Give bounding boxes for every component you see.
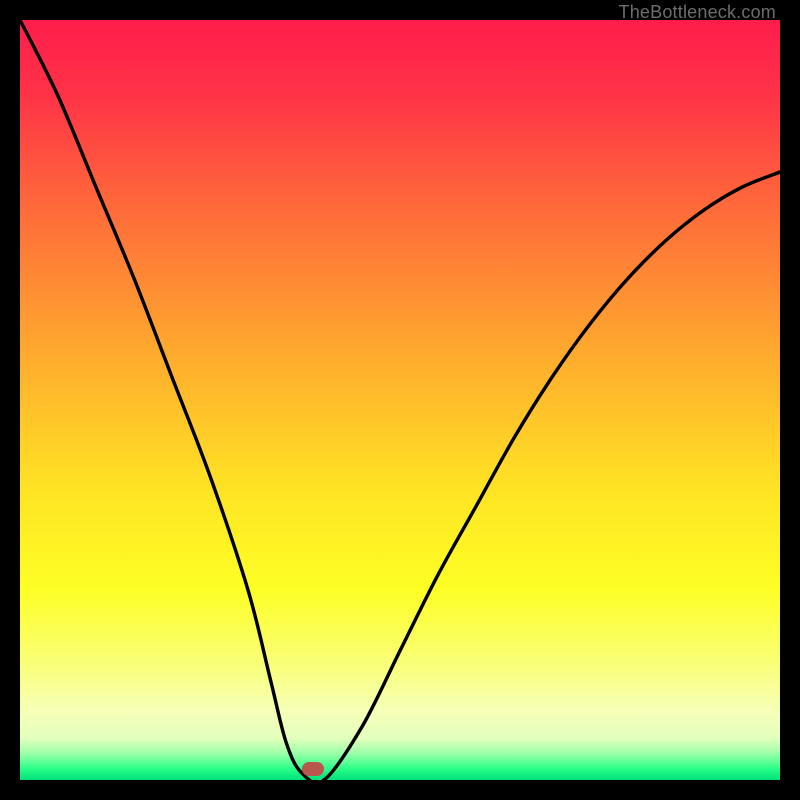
optimal-point-marker [302, 762, 324, 776]
bottleneck-curve [20, 20, 780, 780]
chart-plot-area [20, 20, 780, 780]
